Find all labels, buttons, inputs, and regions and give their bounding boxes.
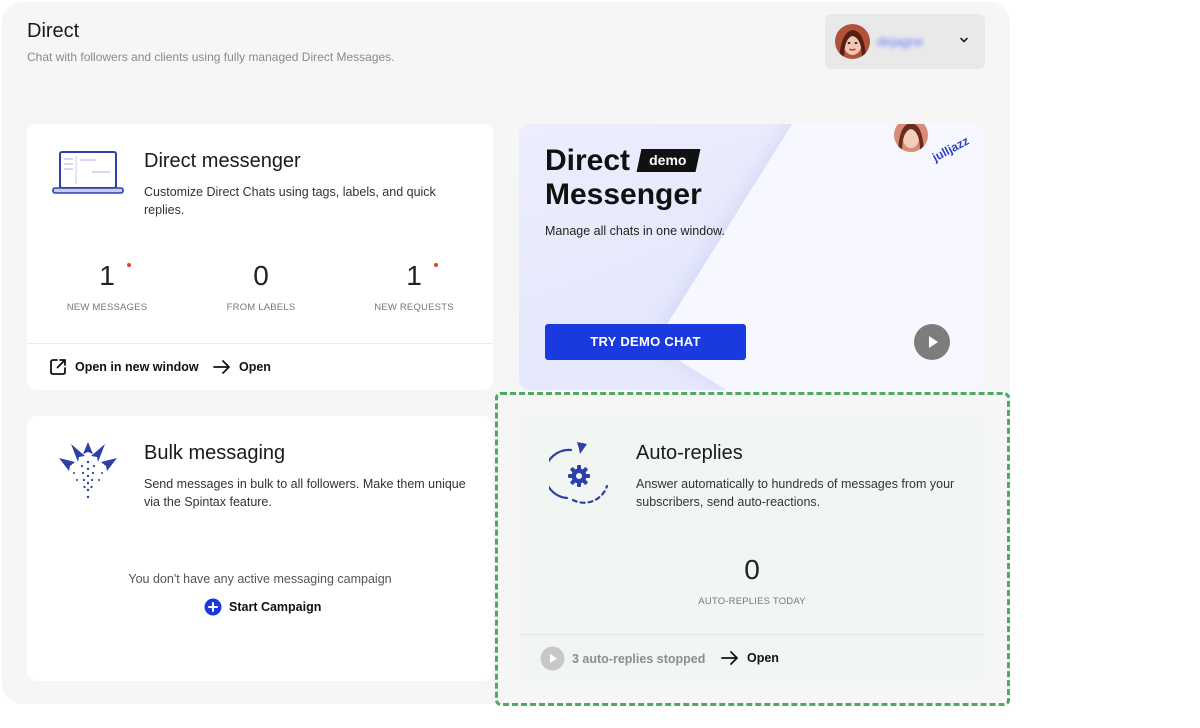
open-in-new-window-label: Open in new window: [75, 360, 199, 374]
direct-messenger-title: Direct messenger: [144, 150, 301, 172]
account-username: dejagne: [877, 34, 924, 49]
demo-badge-label: demo: [649, 152, 687, 168]
laptop-icon: [52, 151, 124, 194]
demo-messenger-card: julljazz Direct Messenger demo Manage al…: [519, 124, 985, 390]
external-link-icon: [50, 359, 66, 375]
no-campaign-text: You don't have any active messaging camp…: [128, 572, 392, 586]
play-icon: [929, 336, 938, 348]
stat-new-messages[interactable]: 1 NEW MESSAGES: [27, 260, 187, 313]
unread-dot: [127, 263, 131, 267]
bulk-messaging-title: Bulk messaging: [144, 442, 286, 464]
play-video-button[interactable]: [914, 324, 950, 360]
try-demo-chat-button[interactable]: TRY DEMO CHAT: [545, 324, 746, 360]
open-in-new-window-link[interactable]: Open in new window: [48, 357, 199, 377]
open-direct-messenger-link[interactable]: Open: [212, 357, 271, 377]
unread-dot: [434, 263, 438, 267]
bulk-messaging-card: Bulk messaging Send messages in bulk to …: [27, 416, 493, 681]
stat-from-labels[interactable]: 0 FROM LABELS: [181, 260, 341, 313]
paper-planes-icon: [59, 442, 117, 499]
direct-messenger-card: Direct messenger Customize Direct Chats …: [27, 124, 493, 390]
bulk-messaging-description: Send messages in bulk to all followers. …: [144, 477, 466, 509]
demo-title-line1: Direct: [545, 144, 631, 177]
auto-replies-highlight-frame: [495, 392, 1010, 706]
page-title: Direct: [27, 20, 80, 42]
stat-value: 1: [99, 260, 115, 291]
stat-new-requests[interactable]: 1 NEW REQUESTS: [334, 260, 493, 313]
stat-label: NEW MESSAGES: [66, 302, 148, 313]
account-switcher[interactable]: dejagne: [825, 14, 985, 69]
stat-label: NEW REQUESTS: [374, 302, 454, 313]
chevron-down-icon: [960, 37, 968, 43]
plus-circle-icon: [204, 598, 222, 616]
direct-messenger-description: Customize Direct Chats using tags, label…: [144, 185, 436, 217]
avatar: [835, 24, 870, 59]
stat-label: FROM LABELS: [226, 302, 296, 313]
demo-subtitle: Manage all chats in one window.: [545, 224, 725, 238]
stat-value: 0: [253, 260, 269, 291]
demo-badge: demo: [636, 149, 701, 172]
open-label: Open: [239, 360, 271, 374]
arrow-right-icon: [213, 360, 230, 374]
card-divider: [27, 343, 493, 344]
page-subtitle: Chat with followers and clients using fu…: [27, 50, 395, 64]
start-campaign-label: Start Campaign: [229, 600, 322, 614]
stat-value: 1: [406, 260, 422, 291]
demo-title-line2: Messenger: [545, 178, 702, 211]
start-campaign-button[interactable]: Start Campaign: [204, 598, 321, 616]
